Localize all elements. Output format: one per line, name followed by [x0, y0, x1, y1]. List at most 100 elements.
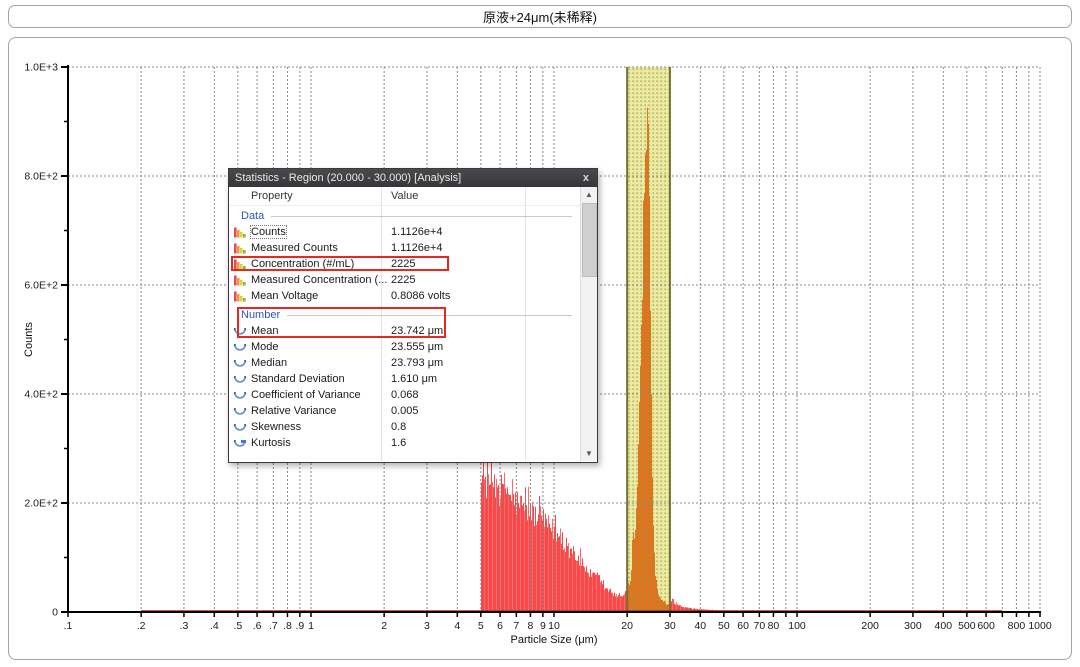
- stat-row-skewness[interactable]: Skewness 0.8: [229, 419, 580, 435]
- svg-text:4: 4: [454, 620, 460, 632]
- svg-text:.4: .4: [210, 620, 219, 632]
- svg-text:.5: .5: [233, 620, 242, 632]
- section-label: Number: [241, 309, 280, 321]
- statistics-rows: Data Counts 1.1126e+4 Measured Counts 1.…: [229, 208, 580, 451]
- stat-label: Coefficient of Variance: [251, 389, 361, 401]
- svg-text:.3: .3: [180, 620, 189, 632]
- stat-value: 0.8086 volts: [391, 290, 450, 302]
- stat-label: Mode: [251, 341, 279, 353]
- stat-value: 2225: [391, 274, 415, 286]
- stat-section-data: Data: [229, 208, 580, 224]
- curve-icon: [233, 373, 247, 385]
- svg-text:1.0E+3: 1.0E+3: [24, 62, 58, 74]
- svg-text:.7: .7: [269, 620, 278, 632]
- stat-value: 0.005: [391, 405, 419, 417]
- statistics-header-row: Property Value: [229, 187, 581, 206]
- svg-text:.6: .6: [253, 620, 262, 632]
- svg-text:.9: .9: [295, 620, 304, 632]
- svg-text:0: 0: [52, 607, 58, 619]
- stat-label: Median: [251, 357, 287, 369]
- svg-text:7: 7: [513, 620, 519, 632]
- svg-text:20: 20: [621, 620, 633, 632]
- svg-text:6: 6: [497, 620, 503, 632]
- stat-row-concentration-ml[interactable]: Concentration (#/mL) 2225: [229, 256, 580, 272]
- curve-icon: [233, 437, 247, 449]
- curve-icon: [233, 389, 247, 401]
- stat-label: Measured Concentration (...: [251, 274, 387, 286]
- svg-text:60: 60: [737, 620, 749, 632]
- svg-text:2: 2: [381, 620, 387, 632]
- stat-row-mean-voltage[interactable]: Mean Voltage 0.8086 volts: [229, 288, 580, 304]
- stat-value: 0.068: [391, 389, 419, 401]
- stat-value: 1.1126e+4: [391, 226, 443, 238]
- svg-text:5: 5: [478, 620, 484, 632]
- x-axis-title: Particle Size (μm): [510, 634, 597, 646]
- svg-text:1000: 1000: [1028, 620, 1052, 632]
- svg-text:.2: .2: [137, 620, 146, 632]
- svg-text:8.0E+2: 8.0E+2: [24, 171, 58, 183]
- stat-value: 23.793 μm: [391, 357, 443, 369]
- value-column-header: Value: [391, 190, 418, 202]
- stat-row-standard-deviation[interactable]: Standard Deviation 1.610 μm: [229, 371, 580, 387]
- statistics-dialog: Statistics - Region (20.000 - 30.000) [A…: [228, 168, 598, 463]
- stat-label: Counts: [251, 226, 286, 238]
- stat-row-measured-counts[interactable]: Measured Counts 1.1126e+4: [229, 240, 580, 256]
- stat-label: Skewness: [251, 421, 301, 433]
- svg-text:.8: .8: [283, 620, 292, 632]
- svg-text:2.0E+2: 2.0E+2: [24, 498, 58, 510]
- svg-text:40: 40: [694, 620, 706, 632]
- stat-row-mode[interactable]: Mode 23.555 μm: [229, 339, 580, 355]
- section-rule: [287, 315, 572, 316]
- section-label: Data: [241, 210, 264, 222]
- curve-icon: [233, 421, 247, 433]
- stat-row-counts[interactable]: Counts 1.1126e+4: [229, 224, 580, 240]
- svg-text:400: 400: [935, 620, 953, 632]
- section-rule: [271, 216, 572, 217]
- bars-icon: [233, 242, 247, 254]
- stat-label: Relative Variance: [251, 405, 336, 417]
- svg-text:70: 70: [754, 620, 766, 632]
- stat-value: 1.1126e+4: [391, 242, 443, 254]
- svg-text:500: 500: [958, 620, 976, 632]
- statistics-dialog-body: Property Value Data Counts 1.1126e+4 Mea…: [229, 187, 597, 461]
- statistics-dialog-title: Statistics - Region (20.000 - 30.000) [A…: [235, 172, 581, 184]
- curve-icon: [233, 405, 247, 417]
- scroll-down-icon[interactable]: ▼: [581, 446, 597, 461]
- svg-text:4.0E+2: 4.0E+2: [24, 389, 58, 401]
- stat-row-median[interactable]: Median 23.793 μm: [229, 355, 580, 371]
- svg-text:200: 200: [861, 620, 879, 632]
- close-icon[interactable]: x: [581, 173, 591, 184]
- dialog-scrollbar[interactable]: ▲ ▼: [580, 187, 597, 461]
- svg-text:3: 3: [424, 620, 430, 632]
- bars-icon: [233, 258, 247, 270]
- stat-value: 1.610 μm: [391, 373, 437, 385]
- svg-text:600: 600: [977, 620, 995, 632]
- stat-label: Standard Deviation: [251, 373, 345, 385]
- stat-label: Concentration (#/mL): [251, 258, 354, 270]
- scroll-up-icon[interactable]: ▲: [581, 187, 597, 202]
- svg-text:30: 30: [664, 620, 676, 632]
- stat-row-relative-variance[interactable]: Relative Variance 0.005: [229, 403, 580, 419]
- stat-row-coefficient-of-variance[interactable]: Coefficient of Variance 0.068: [229, 387, 580, 403]
- svg-text:300: 300: [904, 620, 922, 632]
- bars-icon: [233, 226, 247, 238]
- stat-row-mean[interactable]: Mean 23.742 μm: [229, 323, 580, 339]
- svg-text:9: 9: [540, 620, 546, 632]
- region-band-texture: [627, 67, 670, 612]
- bars-icon: [233, 290, 247, 302]
- x-axis-ticks: .1.2.3.4.5.6.7.8.91234567891020304050607…: [64, 612, 1052, 632]
- svg-text:80: 80: [768, 620, 780, 632]
- svg-text:10: 10: [548, 620, 560, 632]
- scrollbar-thumb[interactable]: [582, 203, 597, 277]
- stat-row-measured-concentration[interactable]: Measured Concentration (... 2225: [229, 272, 580, 288]
- curve-icon: [233, 341, 247, 353]
- curve-icon: [233, 325, 247, 337]
- bars-icon: [233, 274, 247, 286]
- stat-value: 23.742 μm: [391, 325, 443, 337]
- stat-value: 1.6: [391, 437, 406, 449]
- stat-row-kurtosis[interactable]: Kurtosis 1.6: [229, 435, 580, 451]
- property-column-header: Property: [251, 190, 293, 202]
- svg-text:800: 800: [1008, 620, 1026, 632]
- statistics-dialog-titlebar[interactable]: Statistics - Region (20.000 - 30.000) [A…: [229, 169, 597, 187]
- svg-text:6.0E+2: 6.0E+2: [24, 280, 58, 292]
